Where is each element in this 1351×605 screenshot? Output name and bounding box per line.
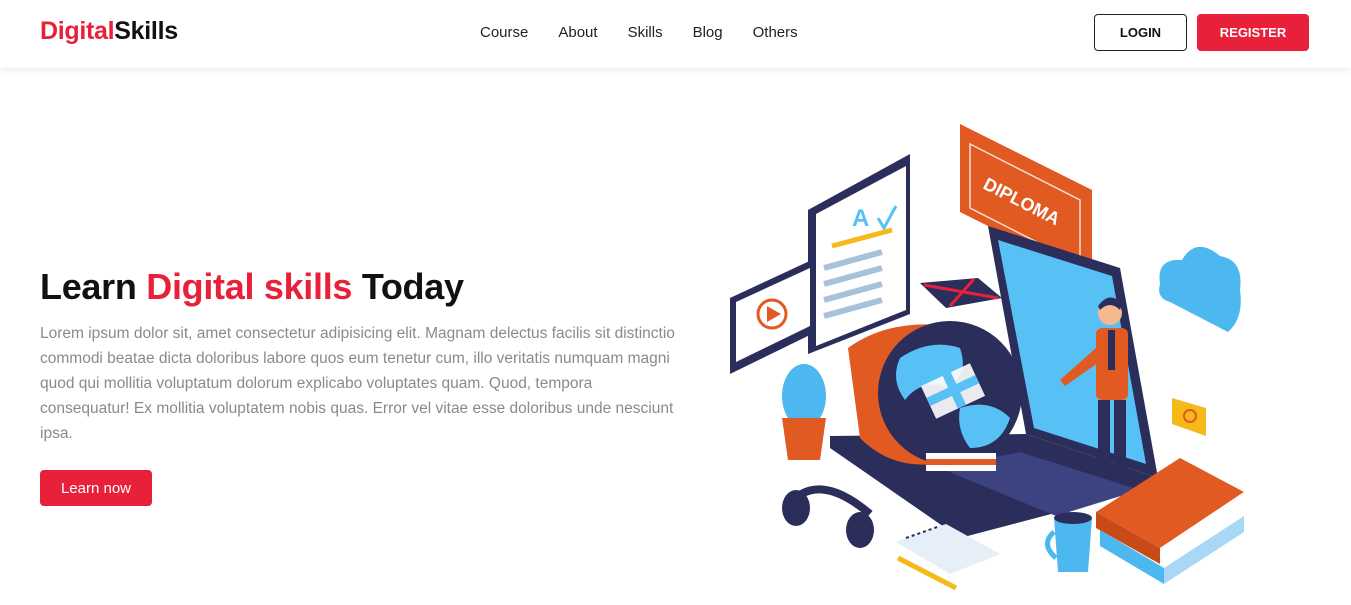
navbar: DigitalSkills Course About Skills Blog O… <box>0 0 1351 68</box>
brand-logo[interactable]: DigitalSkills <box>40 17 178 46</box>
nav-about[interactable]: About <box>558 24 597 41</box>
main-nav: Course About Skills Blog Others <box>480 24 798 41</box>
login-button[interactable]: LOGIN <box>1094 14 1187 51</box>
learn-now-button[interactable]: Learn now <box>40 470 152 506</box>
brand-part-digital: Digital <box>40 17 115 45</box>
video-play-icon <box>730 258 816 374</box>
nav-blog[interactable]: Blog <box>693 24 723 41</box>
quiz-grade: A <box>852 205 869 232</box>
cactus-icon <box>782 364 826 460</box>
hero-title-highlight: Digital skills <box>146 266 353 307</box>
mug-icon <box>1045 512 1092 572</box>
hero-title-start: Learn <box>40 266 147 307</box>
nav-course[interactable]: Course <box>480 24 528 41</box>
register-button[interactable]: REGISTER <box>1197 14 1309 51</box>
brand-part-skills: Skills <box>114 17 178 45</box>
hero-description: Lorem ipsum dolor sit, amet consectetur … <box>40 325 675 442</box>
nav-skills[interactable]: Skills <box>628 24 663 41</box>
hero-title: Learn Digital skills Today <box>40 266 464 308</box>
cloud-icon <box>1159 246 1241 332</box>
email-icon <box>1172 398 1206 436</box>
quiz-sheet-icon: A <box>808 154 910 354</box>
hero-title-end: Today <box>352 266 464 307</box>
headphones-icon <box>782 485 874 548</box>
hero-illustration: DIPLOMA A <box>730 124 1244 591</box>
nav-others[interactable]: Others <box>753 24 798 41</box>
